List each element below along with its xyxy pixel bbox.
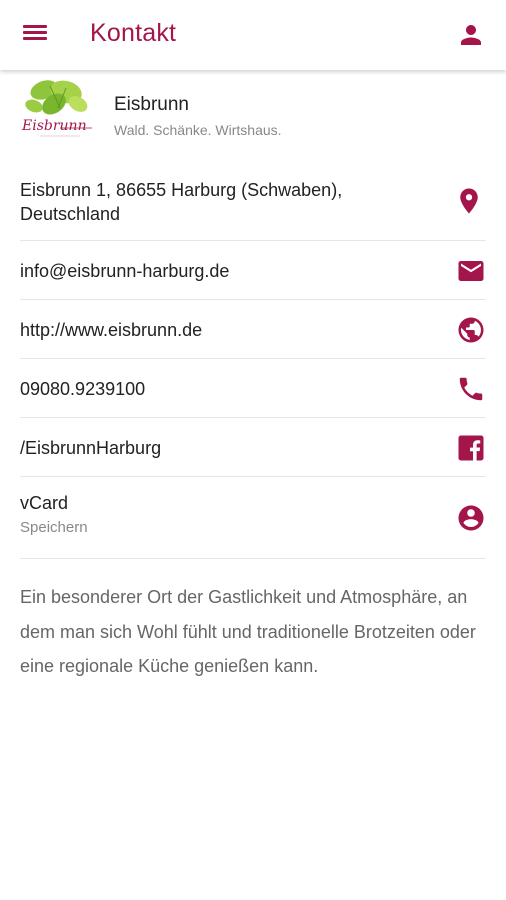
eisbrunn-logo: Eisbrunn: [21, 80, 92, 137]
address-row[interactable]: Eisbrunn 1, 86655 Harburg (Schwaben), De…: [20, 160, 486, 241]
website-row[interactable]: http://www.eisbrunn.de: [20, 300, 486, 359]
profile-button[interactable]: [456, 20, 486, 50]
phone-text: 09080.9239100: [20, 379, 146, 399]
menu-icon: [20, 25, 50, 40]
vcard-subtext: Speichern: [20, 519, 88, 536]
menu-button[interactable]: [20, 22, 50, 48]
phone-row[interactable]: 09080.9239100: [20, 359, 486, 418]
vcard-row[interactable]: vCard Speichern: [20, 477, 486, 559]
account-circle-icon: [458, 505, 484, 531]
facebook-text: /EisbrunnHarburg: [20, 438, 162, 458]
email-text: info@eisbrunn-harburg.de: [20, 261, 230, 281]
mail-icon: [458, 261, 484, 281]
phone-icon: [459, 377, 483, 401]
globe-icon: [458, 317, 484, 343]
organization-header: Eisbrunn Eisbrunn Wald. Schänke. Wirtsha…: [20, 78, 486, 144]
organization-tagline: Wald. Schänke. Wirtshaus.: [114, 122, 282, 138]
website-text: http://www.eisbrunn.de: [20, 320, 203, 340]
address-text: Eisbrunn 1, 86655 Harburg (Schwaben), De…: [20, 178, 342, 226]
app-bar: Kontakt: [0, 0, 506, 70]
address-line2: Deutschland: [20, 204, 121, 224]
email-row[interactable]: info@eisbrunn-harburg.de: [20, 241, 486, 300]
vcard-text: vCard: [20, 493, 69, 513]
person-icon: [461, 25, 481, 45]
description-text: Ein besonderer Ort der Gastlichkeit und …: [20, 587, 476, 676]
location-pin-icon: [460, 188, 478, 214]
svg-text:Eisbrunn: Eisbrunn: [21, 118, 87, 134]
facebook-row[interactable]: /EisbrunnHarburg: [20, 418, 486, 477]
page-title: Kontakt: [90, 19, 177, 47]
contact-list: Eisbrunn 1, 86655 Harburg (Schwaben), De…: [20, 160, 486, 559]
address-line1: Eisbrunn 1, 86655 Harburg (Schwaben),: [20, 180, 343, 200]
organization-name: Eisbrunn: [114, 94, 189, 115]
facebook-icon: [458, 435, 484, 461]
